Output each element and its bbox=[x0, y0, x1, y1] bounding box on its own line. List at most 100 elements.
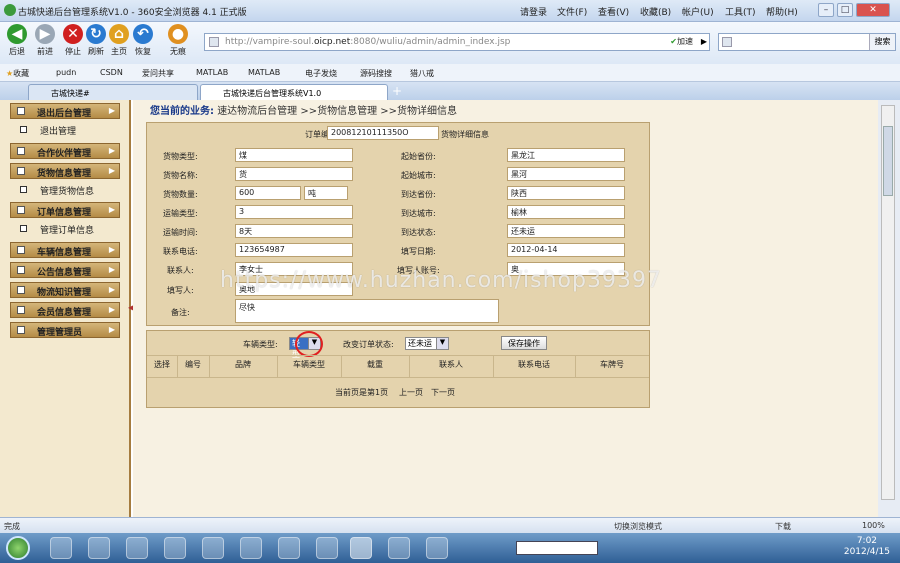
favorites-star-item[interactable]: ★收藏 bbox=[6, 68, 29, 79]
forward-arrow-icon: ▶ bbox=[35, 24, 55, 44]
highlight-circle bbox=[295, 331, 323, 357]
close-icon[interactable]: ✕ bbox=[856, 3, 890, 17]
sidebar-item-cargo[interactable]: 货物信息管理 ▶ bbox=[10, 163, 120, 179]
menu-tools[interactable]: 工具(T) bbox=[725, 5, 756, 18]
sidebar-item-partners[interactable]: 合作伙伴管理 ▶ bbox=[10, 143, 120, 159]
menu-login[interactable]: 请登录 bbox=[520, 5, 547, 18]
tab-bar: 古城快递# 古城快递后台管理系统V1.0 + bbox=[0, 82, 900, 100]
taskbar-app-icon[interactable] bbox=[50, 537, 72, 559]
fav-zbj[interactable]: 猎八戒 bbox=[410, 68, 434, 79]
taskbar-browser-icon[interactable] bbox=[350, 537, 372, 559]
arrival-status-field[interactable]: 还未运 bbox=[507, 224, 625, 238]
sidebar-sub-orders[interactable]: 管理订单信息 bbox=[20, 223, 94, 236]
sidebar-item-orders[interactable]: 订单信息管理 ▶ bbox=[10, 202, 120, 218]
sidebar-item-vehicles[interactable]: 车辆信息管理 ▶ bbox=[10, 242, 120, 258]
browse-mode-toggle[interactable]: 切换浏览模式 bbox=[614, 521, 662, 532]
sidebar-item-admins[interactable]: 管理管理员 ▶ bbox=[10, 322, 120, 338]
taskbar-app-icon[interactable] bbox=[164, 537, 186, 559]
taskbar-app-icon[interactable] bbox=[88, 537, 110, 559]
pager-next-link[interactable]: 下一页 bbox=[431, 387, 455, 398]
arrow-right-icon: ▶ bbox=[108, 205, 115, 214]
sidebar-sub-logout[interactable]: 退出管理 bbox=[20, 124, 76, 137]
sidebar-box-icon bbox=[17, 147, 25, 155]
vehicle-panel: 车辆类型: 轻型▼ 改变订单状态: 还未运▼ 保存操作 选择 编号 品牌 车辆类… bbox=[146, 330, 650, 408]
sidebar: 退出后台管理 ▶ 退出管理 合作伙伴管理 ▶ 货物信息管理 ▶ 管理货物信息 订单信息… bbox=[0, 100, 131, 517]
search-button[interactable]: 搜索 bbox=[869, 34, 895, 50]
fav-codesoso[interactable]: 源码搜搜 bbox=[360, 68, 392, 79]
phone-field[interactable]: 123654987 bbox=[235, 243, 353, 257]
origin-province-field[interactable]: 黑龙江 bbox=[507, 148, 625, 162]
remark-label: 备注: bbox=[171, 308, 190, 317]
remark-textarea[interactable]: 尽快 bbox=[235, 299, 499, 323]
zoom-level[interactable]: 100% bbox=[862, 521, 885, 530]
transport-type-field[interactable]: 3 bbox=[235, 205, 353, 219]
menu-file[interactable]: 文件(F) bbox=[557, 5, 587, 18]
clock-time: 7:02 bbox=[856, 536, 878, 546]
order-status-value: 还未运 bbox=[408, 339, 432, 348]
arrow-right-icon: ▶ bbox=[108, 245, 115, 254]
sidebar-item-knowledge[interactable]: 物流知识管理 ▶ bbox=[10, 282, 120, 298]
tab-active[interactable]: 古城快递后台管理系统V1.0 bbox=[200, 84, 388, 100]
fav-pudn[interactable]: pudn bbox=[56, 68, 76, 77]
fav-iask[interactable]: 爱问共享 bbox=[142, 68, 174, 79]
menu-account[interactable]: 帐户(U) bbox=[682, 5, 714, 18]
col-plate: 车牌号 bbox=[600, 360, 624, 369]
start-button[interactable] bbox=[6, 536, 30, 560]
cargo-type-field[interactable]: 煤 bbox=[235, 148, 353, 162]
taskbar-app-icon[interactable] bbox=[278, 537, 300, 559]
sidebar-item-notices[interactable]: 公告信息管理 ▶ bbox=[10, 262, 120, 278]
fill-date-field[interactable]: 2012-04-14 bbox=[507, 243, 625, 257]
vertical-scrollbar[interactable] bbox=[881, 105, 895, 500]
fav-elecfans[interactable]: 电子发烧 bbox=[305, 68, 337, 79]
cargo-name-field[interactable]: 货 bbox=[235, 167, 353, 181]
address-bar[interactable]: http://vampire-soul.oicp.net:8080/wuliu/… bbox=[204, 33, 710, 51]
fav-matlab-1[interactable]: MATLAB bbox=[196, 68, 228, 77]
arrow-right-icon: ▶ bbox=[108, 265, 115, 274]
scrollbar-thumb[interactable] bbox=[883, 126, 893, 196]
save-operation-button[interactable]: 保存操作 bbox=[501, 336, 547, 350]
fav-csdn[interactable]: CSDN bbox=[100, 68, 123, 77]
search-engine-icon[interactable] bbox=[722, 37, 732, 47]
restore-button[interactable]: ↶ 恢复 bbox=[128, 24, 158, 57]
taskbar-app-icon[interactable] bbox=[202, 537, 224, 559]
incognito-button[interactable]: ● 无痕 bbox=[163, 24, 193, 57]
sidebar-sub-box-icon bbox=[20, 126, 27, 133]
taskbar-app-icon[interactable] bbox=[126, 537, 148, 559]
pager-prev-link[interactable]: 上一页 bbox=[399, 387, 423, 398]
taskbar-folder-icon[interactable] bbox=[426, 537, 448, 559]
forward-button[interactable]: ▶ 前进 bbox=[30, 24, 60, 57]
sidebar-sub-cargo[interactable]: 管理货物信息 bbox=[20, 184, 94, 197]
taskbar-search-input[interactable] bbox=[516, 541, 598, 555]
menu-help[interactable]: 帮助(H) bbox=[766, 5, 798, 18]
order-number-field[interactable]: 20081210111350O bbox=[327, 126, 439, 140]
dest-city-field[interactable]: 榆林 bbox=[507, 205, 625, 219]
transport-time-field[interactable]: 8天 bbox=[235, 224, 353, 238]
go-arrow-icon[interactable]: ▶ bbox=[701, 37, 707, 46]
menu-favorites[interactable]: 收藏(B) bbox=[640, 5, 671, 18]
dest-province-field[interactable]: 陕西 bbox=[507, 186, 625, 200]
tab-1[interactable]: 古城快递# bbox=[28, 84, 198, 100]
minimize-icon[interactable]: – bbox=[818, 3, 834, 17]
accelerate-button[interactable]: ✔加速 bbox=[670, 36, 693, 47]
quantity-field[interactable]: 600 bbox=[235, 186, 301, 200]
taskbar-matlab-icon[interactable] bbox=[316, 537, 338, 559]
maximize-icon[interactable]: □ bbox=[837, 3, 853, 17]
accelerate-label: 加速 bbox=[677, 37, 693, 46]
search-box[interactable]: 搜索 bbox=[718, 33, 896, 51]
origin-city-field[interactable]: 黑河 bbox=[507, 167, 625, 181]
taskbar-qq-icon[interactable] bbox=[388, 537, 410, 559]
incognito-icon: ● bbox=[168, 24, 188, 44]
contact-label: 联系人: bbox=[167, 266, 194, 275]
origin-province-label: 起始省份: bbox=[401, 152, 436, 161]
back-button[interactable]: ◀ 后退 bbox=[2, 24, 32, 57]
taskbar-app-icon[interactable] bbox=[240, 537, 262, 559]
new-tab-icon[interactable]: + bbox=[392, 84, 402, 98]
sidebar-item-members[interactable]: 会员信息管理 ▶ bbox=[10, 302, 120, 318]
fav-matlab-2[interactable]: MATLAB bbox=[248, 68, 280, 77]
page-icon bbox=[209, 37, 219, 47]
sidebar-item-logout[interactable]: 退出后台管理 ▶ bbox=[10, 103, 120, 119]
menu-view[interactable]: 查看(V) bbox=[598, 5, 629, 18]
quantity-unit-field[interactable]: 吨 bbox=[304, 186, 348, 200]
download-button[interactable]: 下载 bbox=[775, 521, 791, 532]
order-status-select[interactable]: 还未运 ▼ bbox=[405, 337, 449, 350]
